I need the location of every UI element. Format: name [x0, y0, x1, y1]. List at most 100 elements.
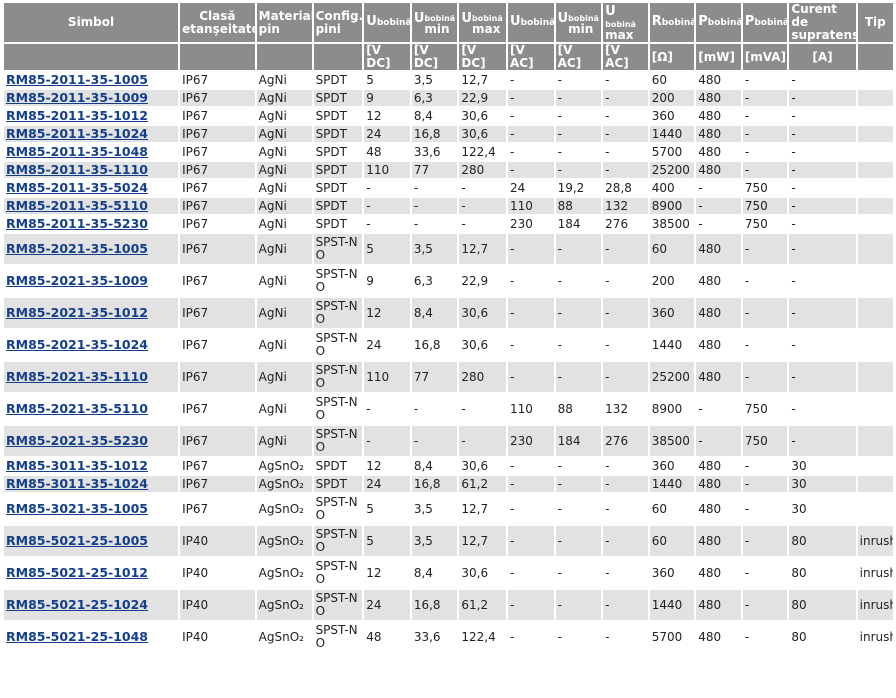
- cell-u-ac-max: -: [603, 494, 648, 524]
- product-link[interactable]: RM85-2021-35-5230: [6, 433, 148, 448]
- cell-config: SPST-NO: [313, 526, 363, 556]
- cell-u-dc: 48: [364, 622, 410, 652]
- cell-r-bobina: 25200: [649, 162, 695, 178]
- cell-material: AgNi: [256, 394, 312, 424]
- product-link[interactable]: RM85-2021-35-1005: [6, 241, 148, 256]
- cell-symbol: RM85-3011-35-1024: [4, 476, 179, 492]
- table-row: RM85-5021-25-1024 IP40 AgSnO₂ SPST-NO 24 16,8…: [4, 590, 893, 620]
- cell-u-ac-max: 132: [603, 394, 648, 424]
- product-link[interactable]: RM85-2011-35-1012: [6, 108, 148, 123]
- cell-material: AgSnO₂: [256, 622, 312, 652]
- product-link[interactable]: RM85-2021-35-1110: [6, 369, 148, 384]
- product-link[interactable]: RM85-3011-35-1012: [6, 458, 148, 473]
- cell-u-dc: 5: [364, 72, 410, 88]
- cell-u-ac-max: -: [603, 126, 648, 142]
- cell-curent: -: [789, 426, 856, 456]
- cell-ip: IP67: [180, 126, 255, 142]
- cell-p-mva: -: [742, 234, 788, 264]
- product-link[interactable]: RM85-2021-35-1009: [6, 273, 148, 288]
- cell-p-mw: 480: [696, 362, 741, 392]
- product-link[interactable]: RM85-2011-35-5230: [6, 216, 148, 231]
- col-u-ac-max: Ubobină max: [603, 3, 648, 42]
- cell-u-ac-min: -: [555, 494, 602, 524]
- col-clasa: Clasă etanşeitate: [180, 3, 255, 42]
- cell-p-mva: -: [742, 144, 788, 160]
- cell-p-mva: -: [742, 266, 788, 296]
- cell-u-dc-min: 3,5: [411, 72, 458, 88]
- product-link[interactable]: RM85-2011-35-1110: [6, 162, 148, 177]
- cell-symbol: RM85-3011-35-1012: [4, 458, 179, 474]
- cell-u-dc: -: [364, 198, 410, 214]
- cell-u-ac: -: [508, 362, 554, 392]
- cell-u-ac: -: [508, 558, 554, 588]
- cell-u-dc-max: 61,2: [459, 476, 507, 492]
- cell-u-ac-min: 88: [555, 198, 602, 214]
- cell-material: AgSnO₂: [256, 494, 312, 524]
- cell-u-dc-max: -: [459, 216, 507, 232]
- cell-tip: [857, 330, 893, 360]
- cell-p-mva: -: [742, 494, 788, 524]
- cell-symbol: RM85-2011-35-1024: [4, 126, 179, 142]
- cell-symbol: RM85-5021-25-1048: [4, 622, 179, 652]
- cell-config: SPDT: [313, 198, 363, 214]
- cell-u-ac: -: [508, 162, 554, 178]
- cell-u-dc-min: 6,3: [411, 266, 458, 296]
- cell-r-bobina: 1440: [649, 330, 695, 360]
- product-link[interactable]: RM85-2011-35-5110: [6, 198, 148, 213]
- unit-cell: [Ω]: [649, 44, 695, 70]
- cell-tip: [857, 266, 893, 296]
- product-link[interactable]: RM85-2011-35-1009: [6, 90, 148, 105]
- cell-u-dc: -: [364, 216, 410, 232]
- cell-r-bobina: 60: [649, 72, 695, 88]
- cell-u-ac: -: [508, 90, 554, 106]
- cell-u-ac-min: -: [555, 590, 602, 620]
- cell-p-mva: -: [742, 298, 788, 328]
- cell-u-ac: -: [508, 458, 554, 474]
- product-link[interactable]: RM85-5021-25-1048: [6, 629, 148, 644]
- cell-r-bobina: 60: [649, 526, 695, 556]
- table-row: RM85-2021-35-1005 IP67 AgNi SPST-NO 5 3,5 12,7…: [4, 234, 893, 264]
- product-link[interactable]: RM85-2021-35-1012: [6, 305, 148, 320]
- cell-u-ac-max: 276: [603, 426, 648, 456]
- cell-u-dc: 12: [364, 458, 410, 474]
- cell-p-mva: -: [742, 126, 788, 142]
- cell-p-mw: 480: [696, 144, 741, 160]
- cell-material: AgSnO₂: [256, 458, 312, 474]
- cell-u-dc-max: 61,2: [459, 590, 507, 620]
- cell-u-dc-min: 8,4: [411, 298, 458, 328]
- cell-u-ac: -: [508, 590, 554, 620]
- cell-u-ac-max: -: [603, 90, 648, 106]
- cell-u-dc: 110: [364, 362, 410, 392]
- cell-tip: inrush: [857, 526, 893, 556]
- col-config: Config. pini: [313, 3, 363, 42]
- product-link[interactable]: RM85-2011-35-1005: [6, 72, 148, 87]
- cell-u-ac-max: -: [603, 458, 648, 474]
- product-link[interactable]: RM85-2021-35-1024: [6, 337, 148, 352]
- cell-ip: IP67: [180, 394, 255, 424]
- table-row: RM85-2011-35-1024 IP67 AgNi SPDT 24 16,8 30,6-…: [4, 126, 893, 142]
- cell-r-bobina: 200: [649, 266, 695, 296]
- product-link[interactable]: RM85-2021-35-5110: [6, 401, 148, 416]
- cell-p-mw: 480: [696, 526, 741, 556]
- product-link[interactable]: RM85-2011-35-5024: [6, 180, 148, 195]
- product-link[interactable]: RM85-5021-25-1024: [6, 597, 148, 612]
- product-link[interactable]: RM85-2011-35-1024: [6, 126, 148, 141]
- product-link[interactable]: RM85-5021-25-1012: [6, 565, 148, 580]
- cell-p-mva: -: [742, 162, 788, 178]
- cell-u-ac: -: [508, 526, 554, 556]
- product-link[interactable]: RM85-2011-35-1048: [6, 144, 148, 159]
- cell-u-ac-max: -: [603, 330, 648, 360]
- cell-r-bobina: 60: [649, 494, 695, 524]
- table-row: RM85-2011-35-1012 IP67 AgNi SPDT 12 8,4 30,6- -…: [4, 108, 893, 124]
- cell-u-ac-max: -: [603, 162, 648, 178]
- cell-u-ac-max: -: [603, 72, 648, 88]
- cell-u-dc-max: 30,6: [459, 330, 507, 360]
- product-link[interactable]: RM85-5021-25-1005: [6, 533, 148, 548]
- cell-p-mw: 480: [696, 558, 741, 588]
- product-link[interactable]: RM85-3011-35-1024: [6, 476, 148, 491]
- cell-ip: IP40: [180, 526, 255, 556]
- cell-u-dc-max: 30,6: [459, 126, 507, 142]
- cell-u-dc-min: 3,5: [411, 234, 458, 264]
- cell-curent: 80: [789, 558, 856, 588]
- product-link[interactable]: RM85-3021-35-1005: [6, 501, 148, 516]
